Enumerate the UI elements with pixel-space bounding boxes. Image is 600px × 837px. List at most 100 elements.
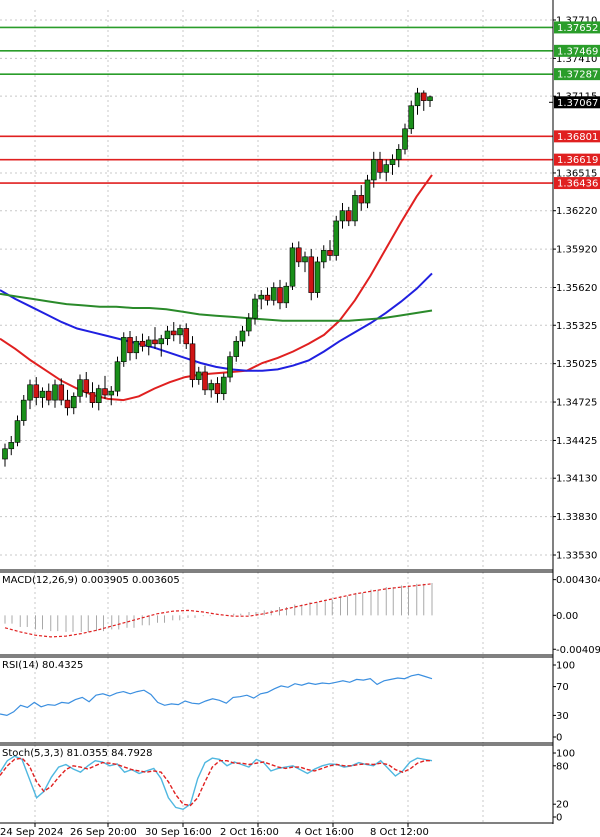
candle-up <box>177 328 183 336</box>
candle-up <box>314 261 321 293</box>
candle-down <box>377 159 383 173</box>
candle-up <box>77 379 83 397</box>
candle-up <box>270 287 277 301</box>
candle-down <box>358 195 365 204</box>
y-tick-label: 1.35620 <box>556 283 597 294</box>
candle-up <box>402 128 408 150</box>
candle-up <box>2 448 8 460</box>
support-label: 1.36619 <box>557 155 598 166</box>
stoch-y-tick-label: 100 <box>556 749 575 760</box>
stoch-y-tick-label: 0 <box>556 813 562 824</box>
candle-down <box>277 287 283 304</box>
candle-down <box>420 92 427 101</box>
candle-down <box>102 388 108 396</box>
y-tick-label: 1.36220 <box>556 206 597 217</box>
candle-up <box>20 399 27 421</box>
candle-up <box>352 195 358 222</box>
candle-up <box>333 220 340 256</box>
candle-up <box>70 395 77 409</box>
candle-up <box>114 361 121 392</box>
candle-up <box>320 250 327 263</box>
candle-down <box>189 343 196 380</box>
candle-down <box>264 294 271 301</box>
x-tick-label: 26 Sep 20:00 <box>70 827 137 837</box>
y-tick-label: 1.35325 <box>556 321 597 332</box>
candle-up <box>408 105 415 130</box>
candle-up <box>252 298 258 319</box>
macd-label: MACD(12,26,9) 0.003905 0.003605 <box>2 575 180 586</box>
candle-up <box>364 179 371 204</box>
candle-up <box>14 420 21 443</box>
candle-up <box>239 330 246 342</box>
support-label: 1.36436 <box>557 179 598 190</box>
candle-down <box>45 390 52 401</box>
macd-y-tick-label: -0.004091 <box>556 645 600 656</box>
candle-down <box>127 337 133 354</box>
macd-y-tick-label: 0.004304 <box>556 575 600 586</box>
candle-up <box>120 337 127 363</box>
candle-down <box>183 328 190 345</box>
candle-up <box>208 383 215 391</box>
candle-up <box>245 317 252 332</box>
candle-up <box>383 164 390 173</box>
candle-up <box>427 96 433 101</box>
candle-up <box>95 388 102 403</box>
candle-up <box>39 390 46 398</box>
forex-chart[interactable]: 1.377101.374101.371151.365151.362201.359… <box>0 0 600 837</box>
candle-down <box>214 383 221 395</box>
candle-up <box>339 210 346 222</box>
support-label: 1.36801 <box>557 132 598 143</box>
resistance-label: 1.37652 <box>557 23 598 34</box>
candle-down <box>33 384 40 398</box>
rsi-y-tick-label: 70 <box>556 682 569 693</box>
current-price-label: 1.37067 <box>557 98 598 109</box>
candle-down <box>58 384 65 401</box>
resistance-label: 1.37287 <box>557 70 598 81</box>
candle-up <box>233 340 240 357</box>
candle-down <box>152 339 158 345</box>
candle-up <box>158 338 165 345</box>
rsi-y-tick-label: 0 <box>556 733 562 744</box>
candle-up <box>258 294 265 300</box>
candle-up <box>414 92 421 107</box>
stoch-y-tick-label: 20 <box>556 800 569 811</box>
candle-up <box>164 330 171 339</box>
candle-down <box>345 210 352 222</box>
candle-up <box>220 376 227 395</box>
x-tick-label: 2 Oct 16:00 <box>220 827 279 837</box>
y-tick-label: 1.35920 <box>556 245 597 256</box>
candle-up <box>27 384 33 401</box>
candle-up <box>395 148 402 160</box>
candle-up <box>302 256 308 263</box>
candle-up <box>52 384 58 401</box>
x-tick-label: 30 Sep 16:00 <box>145 827 212 837</box>
rsi-label: RSI(14) 80.4325 <box>2 660 83 671</box>
candle-down <box>327 250 333 256</box>
stoch-y-tick-label: 80 <box>556 761 569 772</box>
candle-up <box>389 159 396 165</box>
x-tick-label: 4 Oct 16:00 <box>295 827 354 837</box>
y-tick-label: 1.35025 <box>556 359 597 370</box>
candle-up <box>195 371 202 380</box>
candle-down <box>308 256 315 293</box>
candle-down <box>64 399 71 409</box>
y-tick-label: 1.34130 <box>556 474 597 485</box>
stoch-label: Stoch(5,3,3) 81.0355 84.7928 <box>2 748 153 759</box>
candle-up <box>133 340 140 354</box>
candle-down <box>295 247 302 263</box>
x-tick-label: 24 Sep 2024 <box>0 827 63 837</box>
rsi-y-tick-label: 100 <box>556 661 575 672</box>
candle-up <box>227 356 233 378</box>
candle-up <box>283 285 290 304</box>
x-tick-label: 8 Oct 12:00 <box>370 827 429 837</box>
y-tick-label: 1.33530 <box>556 551 597 562</box>
candle-up <box>370 159 377 181</box>
candle-up <box>108 390 115 396</box>
candle-down <box>202 371 208 391</box>
resistance-label: 1.37469 <box>557 46 598 57</box>
candle-down <box>170 330 177 336</box>
candle-up <box>145 339 152 347</box>
rsi-y-tick-label: 30 <box>556 711 569 722</box>
chart-background <box>0 0 600 837</box>
candle-down <box>83 379 90 393</box>
